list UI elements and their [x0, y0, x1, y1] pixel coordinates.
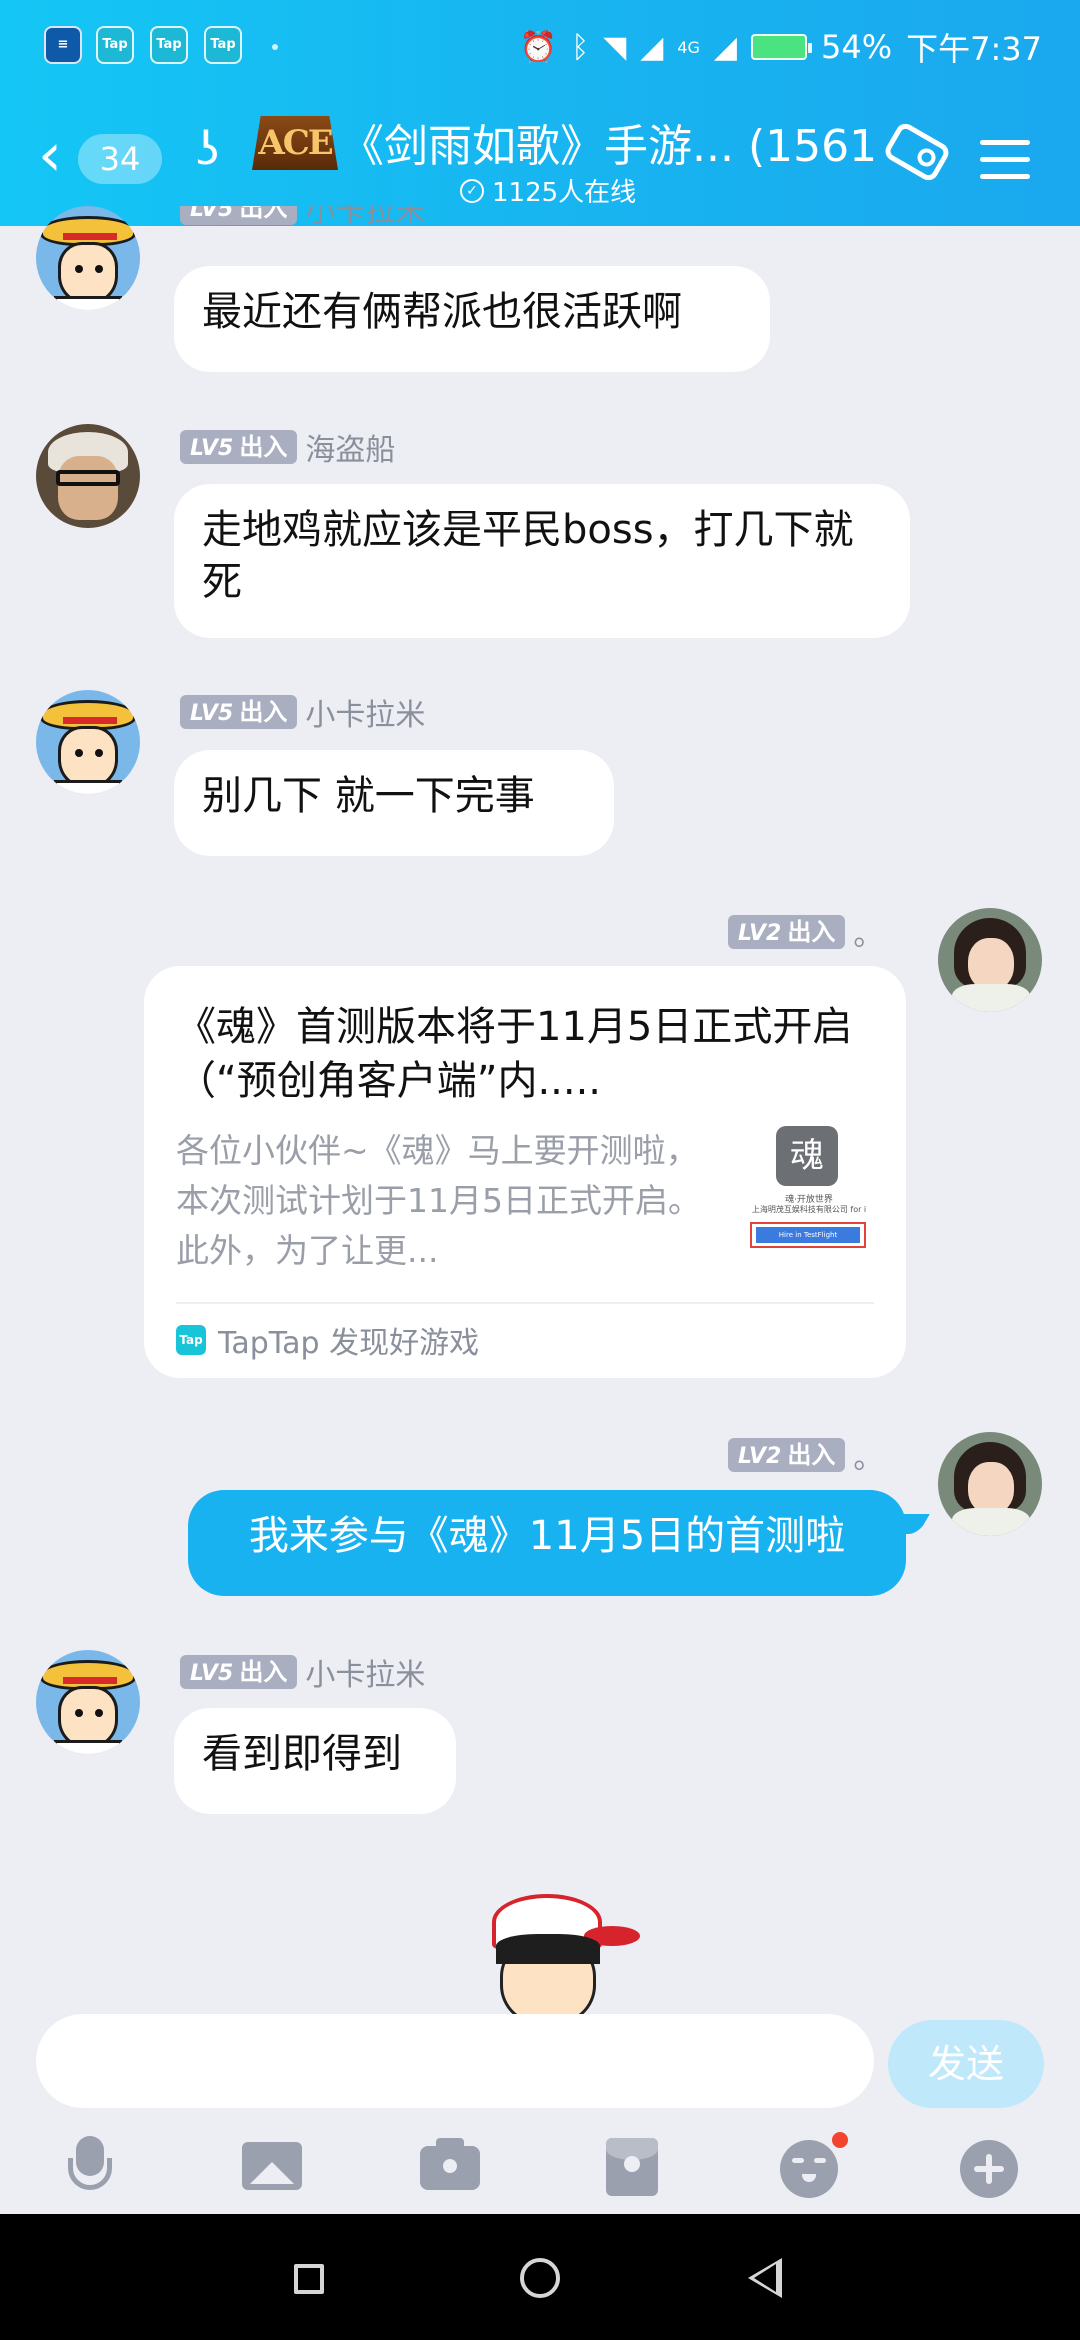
avatar[interactable]	[36, 690, 140, 794]
message-meta: LV5 出入 小卡拉米	[180, 690, 425, 734]
status-right: ⏰ ᛒ ◥ ◢ 4G ◢ 54% 下午7:37	[520, 22, 1042, 72]
level-badge: LV5 出入	[180, 430, 298, 464]
wifi-icon: ◥	[603, 29, 627, 65]
taptap-logo-icon: Tap	[176, 1325, 206, 1355]
notification-dot	[832, 2132, 848, 2148]
chat-header: ≡ Tap Tap Tap ⏰ ᛒ ◥ ◢ 4G ◢ 54% 下午7:37 ‹ …	[0, 0, 1080, 226]
message-meta: LV2 出入 。	[728, 910, 883, 954]
taptap-notification-icon: Tap	[96, 26, 134, 64]
message-bubble[interactable]: 我来参与《魂》11月5日的首测啦	[188, 1490, 906, 1596]
battery-icon	[751, 34, 812, 60]
game-logo-icon: 魂	[776, 1126, 838, 1186]
message-meta: LV5 出入 小卡拉米	[180, 1650, 425, 1694]
taptap-notification-icon: Tap	[150, 26, 188, 64]
check-circle-icon: ✓	[460, 178, 484, 203]
level-badge: LV5 出入	[180, 695, 298, 729]
card-thumbnail: 魂 魂·开放世界 上海明茂互娱科技有限公司 for i Hire in Test…	[744, 1122, 874, 1256]
avatar[interactable]	[938, 1432, 1042, 1536]
divider	[176, 1302, 874, 1304]
message-meta: LV5 出入 海盗船	[180, 425, 395, 469]
group-title[interactable]: 《剑雨如歌》手游... (1561)	[340, 110, 880, 174]
avatar[interactable]	[36, 1650, 140, 1754]
sticker-image[interactable]	[472, 1890, 642, 2014]
alarm-icon: ⏰	[519, 29, 558, 65]
thumb-subtitle: 上海明茂互娱科技有限公司 for i	[751, 1205, 867, 1214]
sender-name[interactable]: 。	[853, 1433, 883, 1477]
sender-name[interactable]: 海盗船	[305, 425, 395, 469]
avatar[interactable]	[938, 908, 1042, 1012]
shared-link-card[interactable]: 《魂》首测版本将于11月5日正式开启（“预创角客户端”内..... 各位小伙伴~…	[144, 966, 906, 1378]
nav-bar: ‹ 34 ʖ ACE 《剑雨如歌》手游... (1561) ✓ 1125人在线	[0, 96, 1080, 226]
back-icon[interactable]	[748, 2258, 782, 2298]
message-input[interactable]	[36, 2014, 874, 2108]
input-row: 发送	[0, 2010, 1080, 2120]
more-notifications-dot	[272, 44, 278, 50]
thumb-button: Hire in TestFlight	[750, 1222, 866, 1248]
source-label: TapTap 发现好游戏	[218, 1326, 480, 1361]
level-badge: LV2 出入	[728, 1438, 846, 1472]
bluetooth-icon: ᛒ	[571, 29, 590, 65]
message-bubble[interactable]: 别几下 就一下完事	[174, 750, 614, 856]
network-type: 4G	[677, 37, 700, 57]
unread-count-badge[interactable]: 34	[78, 134, 162, 184]
image-icon[interactable]	[240, 2134, 304, 2198]
level-badge: LV5 出入	[180, 1655, 298, 1689]
camera-icon[interactable]	[418, 2134, 482, 2198]
sender-name[interactable]: 小卡拉米	[305, 690, 425, 734]
signal-icon-2: ◢	[713, 29, 737, 65]
tag-icon[interactable]	[881, 120, 953, 184]
card-title: 《魂》首测版本将于11月5日正式开启（“预创角客户端”内.....	[176, 1004, 853, 1104]
red-packet-icon[interactable]	[600, 2134, 664, 2198]
message-bubble[interactable]: 最近还有俩帮派也很活跃啊	[174, 266, 770, 372]
signal-icon: ◢	[640, 29, 664, 65]
level-badge: LV2 出入	[728, 915, 846, 949]
avatar[interactable]	[36, 424, 140, 528]
card-description: 各位小伙伴~《魂》马上要开测啦，本次测试计划于11月5日正式开启。此外，为了让更…	[176, 1131, 701, 1270]
online-indicator: ✓ 1125人在线	[460, 172, 636, 209]
online-count: 1125人在线	[492, 178, 637, 208]
battery-level: 54%	[821, 28, 893, 66]
chat-toolbar	[0, 2124, 1080, 2220]
avatar[interactable]	[36, 206, 140, 310]
clock: 下午7:37	[906, 30, 1042, 68]
plus-icon[interactable]	[958, 2134, 1022, 2198]
sender-name[interactable]: 小卡拉米	[305, 1650, 425, 1694]
microphone-icon[interactable]	[58, 2134, 122, 2198]
back-chevron-icon[interactable]: ‹	[38, 125, 78, 186]
status-bar: ≡ Tap Tap Tap ⏰ ᛒ ◥ ◢ 4G ◢ 54% 下午7:37	[0, 0, 1080, 96]
group-logo: ACE	[252, 116, 338, 170]
card-source: Tap TapTap 发现好游戏	[176, 1318, 479, 1362]
message-meta: LV2 出入 。	[728, 1433, 883, 1477]
recents-icon[interactable]	[294, 2264, 324, 2294]
taptap-notification-icon: Tap	[204, 26, 242, 64]
sender-name[interactable]: 。	[853, 910, 883, 954]
app-notification-icon: ≡	[44, 26, 82, 64]
home-icon[interactable]	[520, 2258, 560, 2298]
message-bubble[interactable]: 走地鸡就应该是平民boss，打几下就死	[174, 484, 910, 638]
ear-icon[interactable]: ʖ	[196, 122, 219, 176]
send-button[interactable]: 发送	[888, 2020, 1044, 2108]
menu-icon[interactable]	[980, 140, 1030, 191]
system-nav-bar	[0, 2214, 1080, 2340]
message-bubble[interactable]: 看到即得到	[174, 1708, 456, 1814]
emoji-icon[interactable]	[778, 2132, 848, 2198]
